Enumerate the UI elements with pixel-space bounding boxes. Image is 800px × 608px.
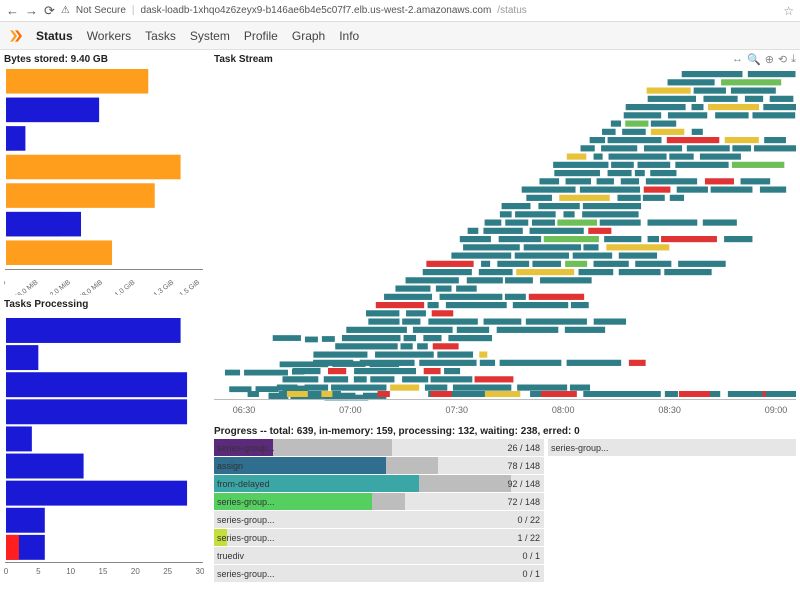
- task-stream-title: Task Stream: [214, 52, 273, 67]
- svg-text:1.0 GiB: 1.0 GiB: [114, 279, 137, 295]
- progress-label: assign: [214, 461, 243, 471]
- progress-row: assign 78 / 148: [214, 457, 544, 474]
- svg-text:09:00: 09:00: [765, 405, 788, 415]
- progress-row: from-delayed 92 / 148: [214, 475, 544, 492]
- progress-count: 72 / 148: [507, 497, 544, 507]
- progress-row: series-group... 0 / 22: [214, 511, 544, 528]
- progress-row: truediv 0 / 1: [214, 547, 544, 564]
- svg-text:5: 5: [36, 567, 41, 576]
- pan-icon[interactable]: ↔: [732, 53, 743, 66]
- svg-text:25: 25: [163, 567, 172, 576]
- dask-logo-icon: [8, 29, 22, 43]
- nav-item-workers[interactable]: Workers: [87, 29, 131, 43]
- nav-item-status[interactable]: Status: [36, 29, 73, 43]
- progress-label: truediv: [214, 551, 244, 561]
- task-stream-chart[interactable]: 06:30 07:00 07:30 08:00 08:30 09:00: [214, 69, 796, 418]
- svg-text:768.0 MiB: 768.0 MiB: [75, 279, 104, 295]
- security-label: Not Secure: [76, 5, 126, 16]
- progress-count: 26 / 148: [507, 443, 544, 453]
- svg-text:0: 0: [4, 567, 9, 576]
- browser-forward-icon[interactable]: →: [25, 3, 38, 18]
- browser-back-icon[interactable]: ←: [6, 3, 19, 18]
- progress-count: 1 / 22: [517, 533, 544, 543]
- progress-count: 0 / 1: [522, 551, 544, 561]
- svg-text:0.0: 0.0: [4, 279, 7, 291]
- nav-item-graph[interactable]: Graph: [292, 29, 325, 43]
- reset-icon[interactable]: ⟲: [778, 53, 787, 66]
- url-host[interactable]: dask-loadb-1xhqo4z6zeyx9-b146ae6b4e5c07f…: [141, 5, 492, 16]
- top-nav: Status Workers Tasks System Profile Graph Info: [0, 22, 800, 50]
- svg-text:30: 30: [196, 567, 204, 576]
- progress-count: 78 / 148: [507, 461, 544, 471]
- security-warning-icon: ⚠: [61, 5, 70, 16]
- bytes-stored-chart: 0.0256.0 MiB512.0 MiB768.0 MiB 1.0 GiB 1.3…: [4, 67, 206, 297]
- progress-header: Progress -- total: 639, in-memory: 159, …: [214, 424, 796, 439]
- svg-text:07:00: 07:00: [339, 405, 362, 415]
- nav-item-system[interactable]: System: [190, 29, 230, 43]
- progress-label: series-group...: [214, 533, 275, 543]
- browser-reload-icon[interactable]: ⟳: [44, 3, 55, 19]
- progress-label: series-group...: [214, 497, 275, 507]
- svg-text:20: 20: [131, 567, 140, 576]
- progress-label: from-delayed: [214, 479, 270, 489]
- progress-row: series-group... 0 / 1: [214, 565, 544, 582]
- progress-label: series-group...: [214, 515, 275, 525]
- nav-item-tasks[interactable]: Tasks: [145, 29, 176, 43]
- svg-text:1.3 GiB: 1.3 GiB: [153, 279, 176, 295]
- svg-text:07:30: 07:30: [446, 405, 469, 415]
- progress-row: series-group... 72 / 148: [214, 493, 544, 510]
- nav-item-profile[interactable]: Profile: [244, 29, 278, 43]
- svg-text:06:30: 06:30: [233, 405, 256, 415]
- progress-label: series-group...: [214, 569, 275, 579]
- svg-text:10: 10: [66, 567, 75, 576]
- zoom-icon[interactable]: 🔍: [747, 53, 761, 66]
- progress-label: series-group...: [214, 443, 275, 453]
- progress-row: series-group...: [548, 439, 796, 456]
- progress-count: 0 / 1: [522, 569, 544, 579]
- svg-text:1.5 GiB: 1.5 GiB: [179, 279, 202, 295]
- wheel-zoom-icon[interactable]: ⊕: [765, 53, 774, 66]
- bytes-stored-title: Bytes stored: 9.40 GB: [4, 52, 206, 67]
- progress-row: series-group... 26 / 148: [214, 439, 544, 456]
- progress-panel: Progress -- total: 639, in-memory: 159, …: [214, 424, 796, 606]
- progress-count: 0 / 22: [517, 515, 544, 525]
- svg-text:512.0 MiB: 512.0 MiB: [43, 279, 72, 295]
- svg-text:256.0 MiB: 256.0 MiB: [10, 279, 39, 295]
- save-icon[interactable]: ⤓: [791, 53, 796, 66]
- progress-count: 92 / 148: [507, 479, 544, 489]
- progress-row: series-group... 1 / 22: [214, 529, 544, 546]
- tasks-processing-chart: 0 5 10 15 20 25 30: [4, 316, 206, 584]
- url-path: /status: [497, 5, 526, 16]
- browser-bar: ← → ⟳ ⚠ Not Secure | dask-loadb-1xhqo4z6…: [0, 0, 800, 22]
- tasks-processing-title: Tasks Processing: [4, 297, 206, 312]
- svg-text:08:30: 08:30: [658, 405, 681, 415]
- task-stream-toolbar: ↔ 🔍 ⊕ ⟲ ⤓: [732, 53, 796, 66]
- svg-text:08:00: 08:00: [552, 405, 575, 415]
- bookmark-star-icon[interactable]: ☆: [783, 4, 794, 18]
- svg-text:15: 15: [99, 567, 108, 576]
- nav-item-info[interactable]: Info: [339, 29, 359, 43]
